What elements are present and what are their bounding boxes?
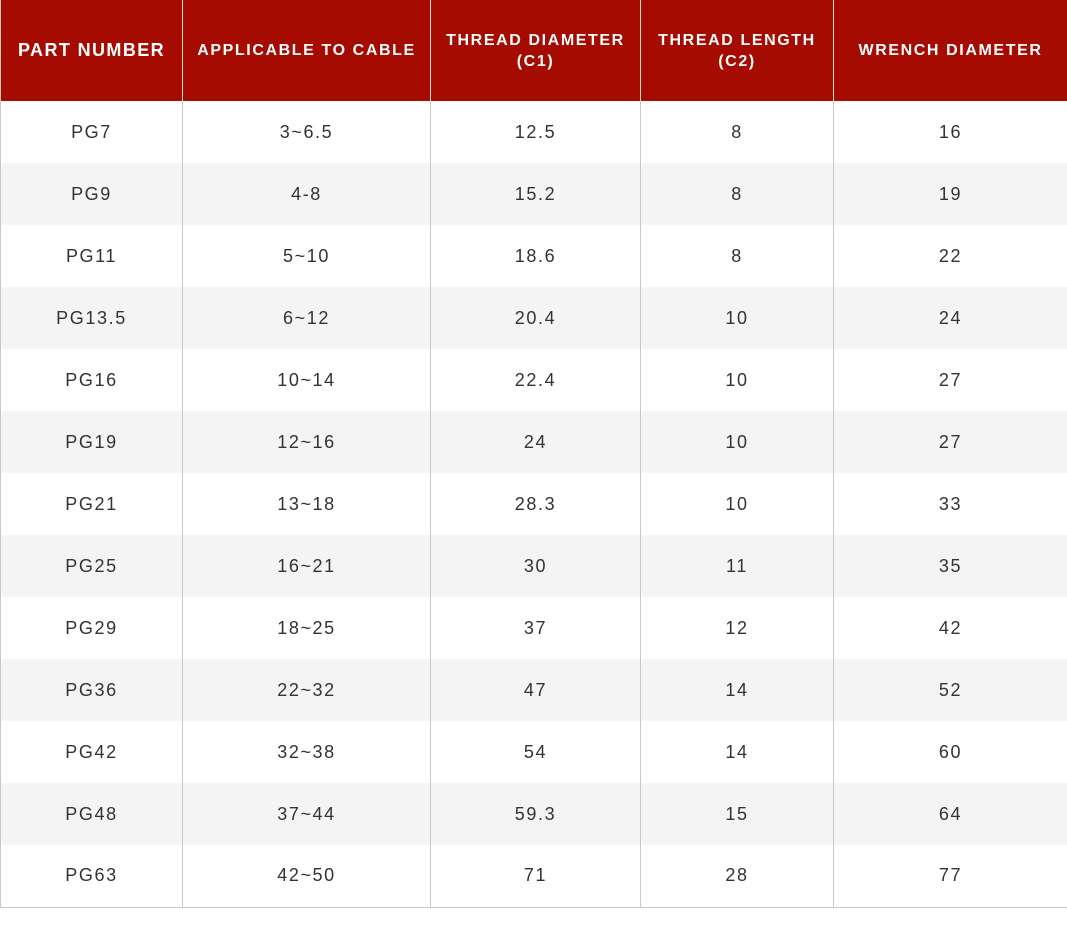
table-row: PG16 10~14 22.4 10 27 xyxy=(0,349,1067,411)
header-sublabel: (C2) xyxy=(718,52,756,70)
cell-wrench-diameter: 24 xyxy=(833,287,1067,349)
header-thread-length: THREAD LENGTH (C2) xyxy=(640,0,834,101)
table-row: PG7 3~6.5 12.5 8 16 xyxy=(0,101,1067,163)
table-row: PG63 42~50 71 28 77 xyxy=(0,845,1067,907)
header-label: THREAD LENGTH xyxy=(658,31,816,49)
cell-thread-diameter: 37 xyxy=(430,597,641,659)
cell-part-number: PG29 xyxy=(0,597,183,659)
cell-part-number: PG11 xyxy=(0,225,183,287)
cell-wrench-diameter: 33 xyxy=(833,473,1067,535)
header-label: APPLICABLE TO CABLE xyxy=(197,42,416,59)
cell-part-number: PG42 xyxy=(0,721,183,783)
cell-thread-length: 8 xyxy=(640,101,834,163)
cell-thread-length: 14 xyxy=(640,659,834,721)
cell-applicable-to-cable: 42~50 xyxy=(182,845,431,907)
cell-thread-diameter: 30 xyxy=(430,535,641,597)
cell-wrench-diameter: 19 xyxy=(833,163,1067,225)
cell-part-number: PG19 xyxy=(0,411,183,473)
cell-thread-length: 10 xyxy=(640,287,834,349)
table-row: PG19 12~16 24 10 27 xyxy=(0,411,1067,473)
header-label: THREAD DIAMETER xyxy=(446,31,625,49)
table-row: PG36 22~32 47 14 52 xyxy=(0,659,1067,721)
cell-part-number: PG7 xyxy=(0,101,183,163)
cell-wrench-diameter: 64 xyxy=(833,783,1067,845)
cell-applicable-to-cable: 18~25 xyxy=(182,597,431,659)
cell-wrench-diameter: 52 xyxy=(833,659,1067,721)
table-row: PG25 16~21 30 11 35 xyxy=(0,535,1067,597)
table-row: PG48 37~44 59.3 15 64 xyxy=(0,783,1067,845)
cell-part-number: PG36 xyxy=(0,659,183,721)
cell-wrench-diameter: 77 xyxy=(833,845,1067,907)
cell-applicable-to-cable: 4-8 xyxy=(182,163,431,225)
cell-thread-diameter: 24 xyxy=(430,411,641,473)
header-label: PART NUMBER xyxy=(17,40,166,60)
cell-wrench-diameter: 22 xyxy=(833,225,1067,287)
cell-thread-diameter: 47 xyxy=(430,659,641,721)
cell-thread-length: 10 xyxy=(640,473,834,535)
cell-wrench-diameter: 42 xyxy=(833,597,1067,659)
cell-wrench-diameter: 27 xyxy=(833,411,1067,473)
cell-applicable-to-cable: 10~14 xyxy=(182,349,431,411)
cell-applicable-to-cable: 12~16 xyxy=(182,411,431,473)
table-header: PART NUMBER APPLICABLE TO CABLE THREAD D… xyxy=(0,0,1067,101)
table-row: PG13.5 6~12 20.4 10 24 xyxy=(0,287,1067,349)
cell-thread-diameter: 54 xyxy=(430,721,641,783)
header-thread-diameter: THREAD DIAMETER (C1) xyxy=(430,0,641,101)
header-row: PART NUMBER APPLICABLE TO CABLE THREAD D… xyxy=(0,0,1067,101)
cell-part-number: PG9 xyxy=(0,163,183,225)
cell-thread-diameter: 71 xyxy=(430,845,641,907)
header-sublabel: (C1) xyxy=(516,52,555,70)
cell-wrench-diameter: 16 xyxy=(833,101,1067,163)
cell-thread-diameter: 22.4 xyxy=(430,349,641,411)
header-applicable-to-cable: APPLICABLE TO CABLE xyxy=(182,0,431,101)
cell-wrench-diameter: 35 xyxy=(833,535,1067,597)
cell-wrench-diameter: 60 xyxy=(833,721,1067,783)
cell-part-number: PG21 xyxy=(0,473,183,535)
cell-thread-diameter: 28.3 xyxy=(430,473,641,535)
table-row: PG42 32~38 54 14 60 xyxy=(0,721,1067,783)
cell-part-number: PG25 xyxy=(0,535,183,597)
cell-thread-diameter: 12.5 xyxy=(430,101,641,163)
cell-thread-length: 28 xyxy=(640,845,834,907)
header-part-number: PART NUMBER xyxy=(0,0,183,101)
cell-applicable-to-cable: 13~18 xyxy=(182,473,431,535)
pg-cable-gland-spec-table: PART NUMBER APPLICABLE TO CABLE THREAD D… xyxy=(0,0,1067,908)
cell-thread-diameter: 59.3 xyxy=(430,783,641,845)
cell-thread-length: 14 xyxy=(640,721,834,783)
cell-thread-length: 8 xyxy=(640,225,834,287)
cell-thread-diameter: 15.2 xyxy=(430,163,641,225)
cell-applicable-to-cable: 37~44 xyxy=(182,783,431,845)
cell-applicable-to-cable: 16~21 xyxy=(182,535,431,597)
cell-applicable-to-cable: 6~12 xyxy=(182,287,431,349)
cell-applicable-to-cable: 32~38 xyxy=(182,721,431,783)
header-label: WRENCH DIAMETER xyxy=(858,42,1043,59)
table-row: PG29 18~25 37 12 42 xyxy=(0,597,1067,659)
cell-thread-length: 15 xyxy=(640,783,834,845)
cell-thread-length: 10 xyxy=(640,349,834,411)
cell-part-number: PG48 xyxy=(0,783,183,845)
table-row: PG9 4-8 15.2 8 19 xyxy=(0,163,1067,225)
cell-part-number: PG63 xyxy=(0,845,183,907)
cell-wrench-diameter: 27 xyxy=(833,349,1067,411)
cell-applicable-to-cable: 3~6.5 xyxy=(182,101,431,163)
header-wrench-diameter: WRENCH DIAMETER xyxy=(833,0,1067,101)
table-body: PG7 3~6.5 12.5 8 16 PG9 4-8 15.2 8 19 PG11 5~10 18.6… xyxy=(0,101,1067,907)
table-row: PG11 5~10 18.6 8 22 xyxy=(0,225,1067,287)
cell-thread-length: 11 xyxy=(640,535,834,597)
cell-thread-length: 10 xyxy=(640,411,834,473)
cell-applicable-to-cable: 5~10 xyxy=(182,225,431,287)
cell-thread-length: 12 xyxy=(640,597,834,659)
cell-thread-length: 8 xyxy=(640,163,834,225)
cell-part-number: PG16 xyxy=(0,349,183,411)
table-row: PG21 13~18 28.3 10 33 xyxy=(0,473,1067,535)
cell-thread-diameter: 20.4 xyxy=(430,287,641,349)
cell-thread-diameter: 18.6 xyxy=(430,225,641,287)
cell-applicable-to-cable: 22~32 xyxy=(182,659,431,721)
cell-part-number: PG13.5 xyxy=(0,287,183,349)
